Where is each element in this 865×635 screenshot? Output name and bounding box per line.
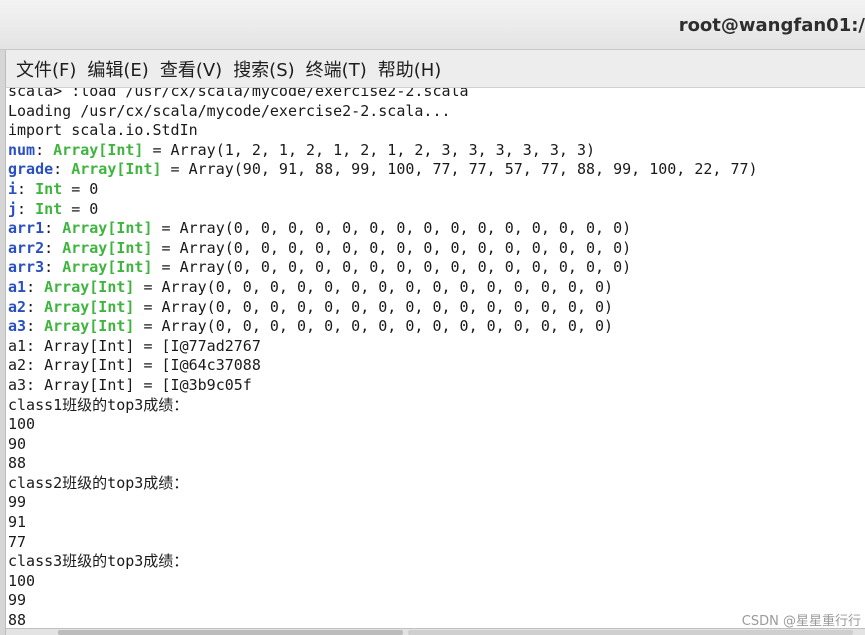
terminal-output[interactable]: scala> :load /usr/cx/scala/mycode/exerci… [6, 88, 865, 628]
terminal-line: scala> :load /usr/cx/scala/mycode/exerci… [8, 88, 469, 100]
terminal-line: a1: Array[Int] = Array(0, 0, 0, 0, 0, 0,… [8, 277, 614, 296]
variable-name: j [8, 199, 18, 218]
terminal-line: arr2: Array[Int] = Array(0, 0, 0, 0, 0, … [8, 238, 632, 257]
type-annotation: Array[Int] [44, 317, 135, 336]
terminal-line: 100 [8, 415, 36, 434]
menu-file[interactable]: 文件(F) [16, 56, 76, 82]
terminal-line: 88 [8, 454, 27, 473]
horizontal-scrollbar[interactable] [6, 628, 865, 635]
scrollbar-thumb[interactable] [58, 630, 403, 635]
terminal-line: Loading /usr/cx/scala/mycode/exercise2-2… [8, 101, 451, 120]
menu-help[interactable]: 帮助(H) [378, 56, 442, 82]
terminal-line: 99 [8, 493, 27, 512]
watermark-text: CSDN @星星重行行 [741, 614, 861, 629]
variable-name: arr1 [8, 219, 45, 238]
terminal-line: 88 [8, 611, 27, 628]
window-title: root@wangfan01:/ [678, 15, 865, 36]
terminal-line: a3: Array[Int] = Array(0, 0, 0, 0, 0, 0,… [8, 317, 614, 336]
terminal-line: a3: Array[Int] = [I@3b9c05f [8, 375, 252, 394]
variable-name: grade [8, 160, 54, 179]
terminal-line: a2: Array[Int] = Array(0, 0, 0, 0, 0, 0,… [8, 297, 614, 316]
variable-name: num [8, 140, 36, 159]
terminal-line: arr3: Array[Int] = Array(0, 0, 0, 0, 0, … [8, 258, 632, 277]
type-annotation: Int [35, 199, 63, 218]
type-annotation: Array[Int] [44, 297, 135, 316]
terminal-line: num: Array[Int] = Array(1, 2, 1, 2, 1, 2… [8, 140, 596, 159]
type-annotation: Int [35, 179, 63, 198]
variable-name: a2 [8, 297, 27, 316]
title-bar[interactable]: root@wangfan01:/ [0, 0, 865, 50]
terminal-line: 90 [8, 434, 27, 453]
terminal-line: 91 [8, 513, 27, 532]
terminal-line: 100 [8, 571, 36, 590]
type-annotation: Array[Int] [44, 277, 135, 296]
terminal-line: class1班级的top3成绩： [8, 395, 189, 414]
menu-search[interactable]: 搜索(S) [233, 56, 294, 82]
variable-name: arr3 [8, 258, 45, 277]
terminal-line: a2: Array[Int] = [I@64c37088 [8, 356, 261, 375]
terminal-line: grade: Array[Int] = Array(90, 91, 88, 99… [8, 160, 758, 179]
type-annotation: Array[Int] [62, 258, 153, 277]
type-annotation: Array[Int] [71, 160, 162, 179]
variable-name: a3 [8, 317, 27, 336]
menu-bar: 文件(F) 编辑(E) 查看(V) 搜索(S) 终端(T) 帮助(H) [6, 50, 865, 88]
variable-name: a1 [8, 277, 27, 296]
terminal-lines: scala> :load /usr/cx/scala/mycode/exerci… [8, 88, 758, 628]
terminal-line: i: Int = 0 [8, 179, 99, 198]
menu-edit[interactable]: 编辑(E) [87, 56, 148, 82]
menu-terminal[interactable]: 终端(T) [306, 56, 367, 82]
terminal-line: j: Int = 0 [8, 199, 99, 218]
terminal-line: a1: Array[Int] = [I@77ad2767 [8, 336, 261, 355]
variable-name: i [8, 179, 18, 198]
terminal-line: 77 [8, 532, 27, 551]
scrollbar-track-segment [408, 630, 853, 635]
type-annotation: Array[Int] [53, 140, 144, 159]
terminal-line: import scala.io.StdIn [8, 121, 198, 140]
terminal-line: class3班级的top3成绩： [8, 552, 189, 571]
type-annotation: Array[Int] [62, 238, 153, 257]
terminal-line: arr1: Array[Int] = Array(0, 0, 0, 0, 0, … [8, 219, 632, 238]
type-annotation: Array[Int] [62, 219, 153, 238]
variable-name: arr2 [8, 238, 45, 257]
terminal-line: class2班级的top3成绩： [8, 473, 189, 492]
menu-view[interactable]: 查看(V) [160, 56, 222, 82]
terminal-line: 99 [8, 591, 27, 610]
